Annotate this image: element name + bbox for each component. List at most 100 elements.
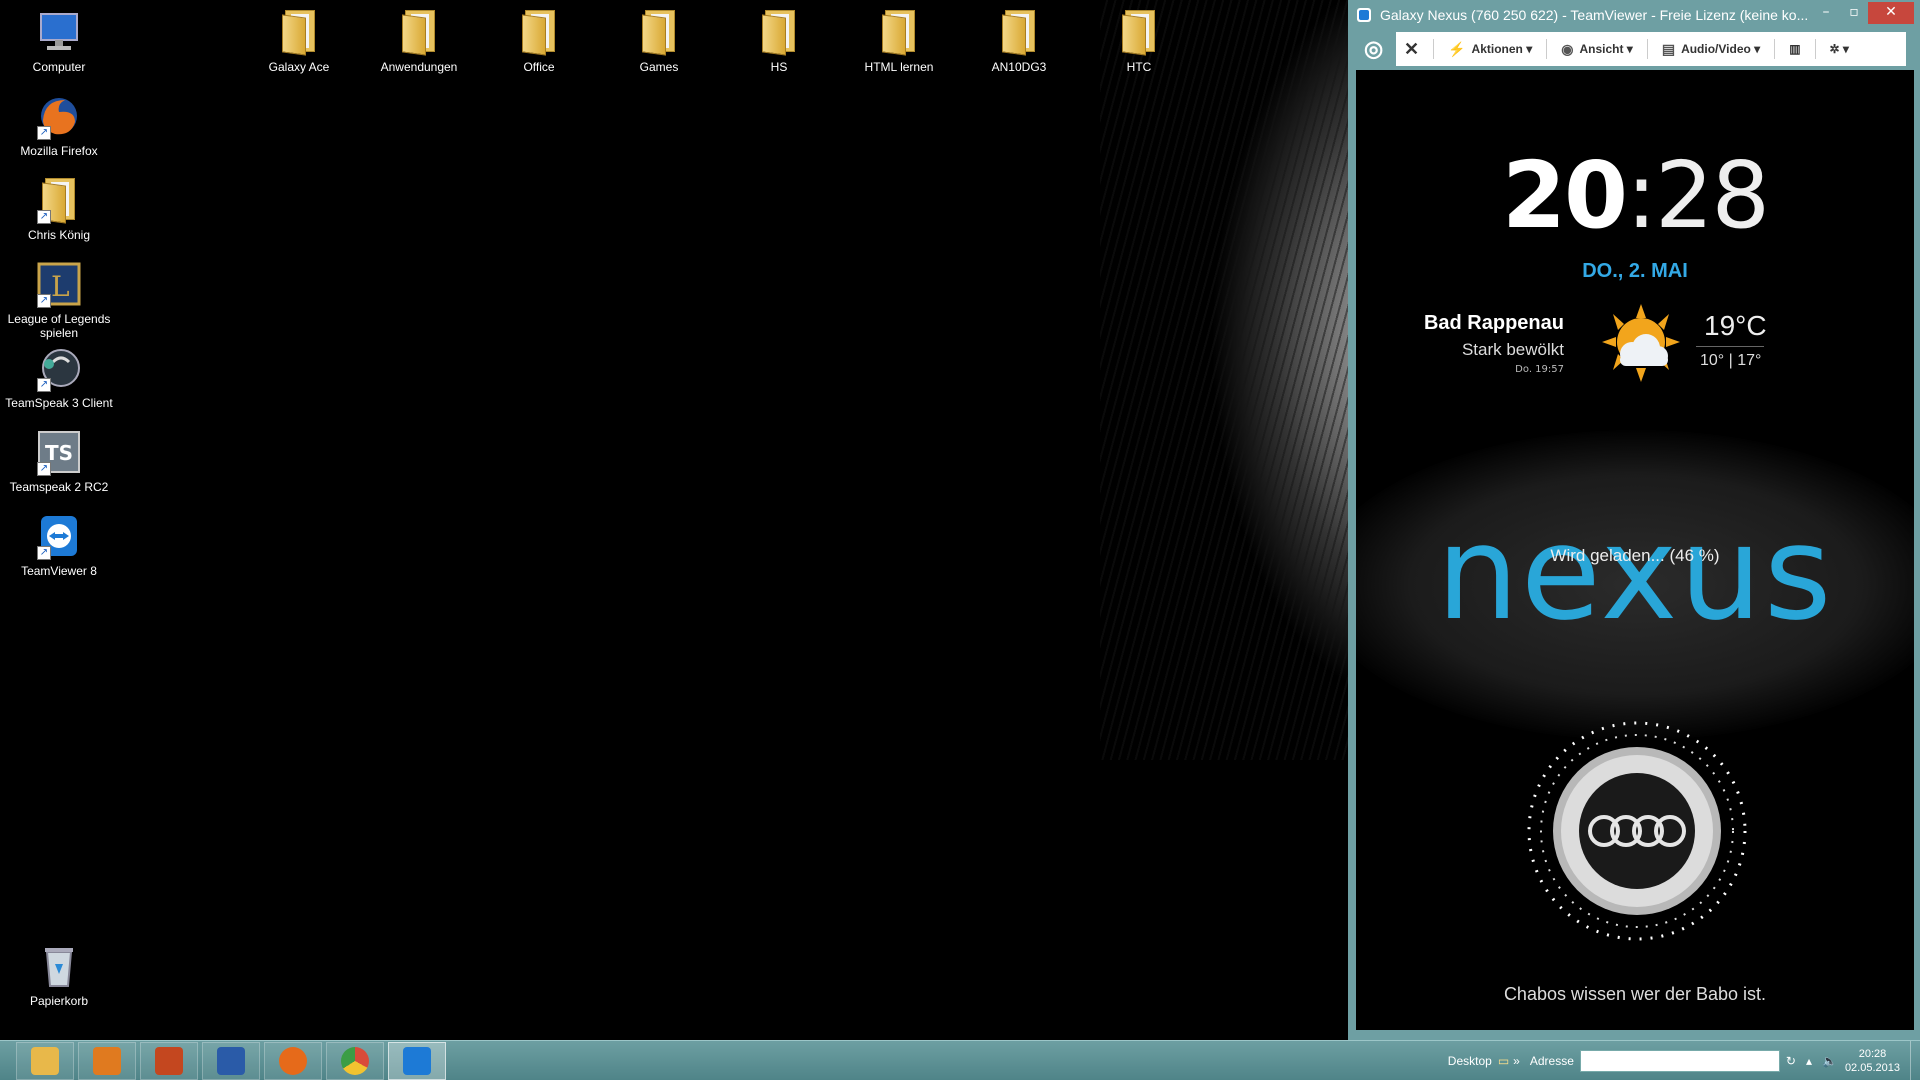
lightning-icon: ⚡ — [1448, 40, 1466, 57]
actions-menu[interactable]: ⚡ Aktionen ▾ — [1440, 32, 1540, 66]
weather-city: Bad Rappenau — [1423, 312, 1564, 334]
wallpaper-hair-strands — [1100, 0, 1360, 760]
window-title: Galaxy Nexus (760 250 622) - TeamViewer … — [1380, 7, 1809, 23]
chrome-icon — [341, 1046, 369, 1075]
weather-low-high: 10° | 17° — [1700, 352, 1762, 369]
taskbar-outlook[interactable] — [78, 1041, 136, 1080]
folder-label: AN10DG3 — [991, 60, 1047, 74]
taskbar-powerpoint[interactable] — [140, 1041, 198, 1080]
taskbar: Desktop ▭ » Adresse ↻ ▴ 🔈 20:28 02.05.20… — [0, 1040, 1920, 1080]
weather-divider — [1696, 346, 1764, 347]
system-clock[interactable]: 20:28 02.05.2013 — [1845, 1047, 1900, 1075]
shortcut-arrow-icon: ↗ — [37, 378, 51, 392]
folder-icon — [995, 8, 1043, 56]
clock-time: 20:28 — [1858, 1048, 1887, 1060]
teamviewer-window[interactable]: Galaxy Nexus (760 250 622) - TeamViewer … — [1348, 0, 1920, 1040]
desktop-folder-anwendungen[interactable]: Anwendungen — [364, 8, 474, 74]
window-controls: – ▫ ✕ — [1812, 2, 1914, 24]
nexus-wordmark: nexus — [1436, 497, 1834, 649]
view-label: Ansicht — [1579, 42, 1624, 56]
desktop-folder-icon[interactable]: ▭ — [1498, 1054, 1509, 1068]
folder-label: Games — [639, 60, 679, 74]
desktop-folder-an10dg3[interactable]: AN10DG3 — [964, 8, 1074, 74]
shortcut-arrow-icon: ↗ — [37, 546, 51, 560]
tray-expand-icon[interactable]: ▴ — [1806, 1054, 1812, 1068]
taskbar-firefox[interactable] — [264, 1041, 322, 1080]
folder-label: Anwendungen — [380, 60, 458, 74]
desktop-folder-html-lernen[interactable]: HTML lernen — [844, 8, 954, 74]
desktop-folder-office[interactable]: Office — [484, 8, 594, 74]
desktop-folder-hs[interactable]: HS — [724, 8, 834, 74]
unlock-ring-icon[interactable] — [1522, 716, 1752, 946]
gear-icon: ✲ ▾ — [1829, 42, 1849, 56]
teamviewer-icon — [1357, 8, 1371, 22]
desktop-folder-games[interactable]: Games — [604, 8, 714, 74]
recycle-bin-icon — [35, 942, 83, 990]
user-folder-icon: ↗ — [35, 176, 83, 224]
desktop-icon-label: TeamViewer 8 — [21, 564, 97, 578]
remote-phone-screen[interactable]: 20:28 DO., 2. MAI Bad Rappenau Stark bew… — [1356, 70, 1914, 1030]
toolbar-divider — [1433, 39, 1435, 59]
folder-icon — [395, 8, 443, 56]
clock-date: 02.05.2013 — [1844, 1062, 1900, 1074]
document-icon: ▥ — [1789, 42, 1801, 56]
phone-date: DO., 2. MAI — [1582, 260, 1688, 282]
desktop-icon-label: Chris König — [27, 228, 91, 242]
address-label: Adresse — [1529, 1054, 1574, 1068]
chevron-down-icon: ▾ — [1750, 42, 1761, 56]
teamspeak2-icon: TS ↗ — [35, 428, 83, 476]
maximize-button[interactable]: ▫ — [1840, 2, 1868, 24]
taskbar-chrome[interactable] — [326, 1041, 384, 1080]
teamviewer-icon — [403, 1046, 431, 1075]
taskbar-tray: Desktop ▭ » Adresse ↻ ▴ 🔈 20:28 02.05.20… — [1448, 1041, 1920, 1080]
refresh-icon[interactable]: ↻ — [1786, 1054, 1796, 1068]
desktop-folder-htc[interactable]: HTC — [1084, 8, 1194, 74]
show-desktop-button[interactable] — [1910, 1041, 1920, 1080]
desktop-icon-league-of-legends[interactable]: L ↗ League of Legends spielen — [4, 260, 114, 340]
clock-separator: : — [1625, 142, 1657, 249]
firefox-icon — [279, 1046, 307, 1075]
desktop-icon-user-folder[interactable]: ↗ Chris König — [4, 176, 114, 242]
close-session-button[interactable]: ✕ — [1396, 32, 1427, 66]
extras-menu[interactable]: ✲ ▾ — [1822, 32, 1857, 66]
folder-label: HS — [770, 60, 788, 74]
taskbar-explorer[interactable] — [16, 1041, 74, 1080]
lockscreen-owner-text: Chabos wissen wer der Babo ist. — [1503, 984, 1767, 1004]
desktop-icon-teamviewer[interactable]: ↗ TeamViewer 8 — [4, 512, 114, 578]
desktop-toolbar-label[interactable]: Desktop — [1448, 1054, 1492, 1068]
weather-condition: Stark bewölkt — [1461, 340, 1564, 359]
folder-label: Galaxy Ace — [268, 60, 330, 74]
desktop-icon-teamspeak2[interactable]: TS ↗ Teamspeak 2 RC2 — [4, 428, 114, 494]
eye-icon: ◉ — [1561, 40, 1574, 57]
desktop-folder-galaxy-ace[interactable]: Galaxy Ace — [244, 8, 354, 74]
address-input[interactable] — [1579, 1050, 1780, 1072]
teamspeak3-icon: ↗ — [35, 344, 83, 392]
files-button[interactable]: ▥ — [1781, 32, 1808, 66]
taskbar-teamviewer[interactable] — [388, 1041, 446, 1080]
view-menu[interactable]: ◉ Ansicht ▾ — [1553, 32, 1641, 66]
desktop-icon-label: TeamSpeak 3 Client — [5, 396, 113, 410]
desktop-icon-label: Mozilla Firefox — [20, 144, 98, 158]
desktop-icon-firefox[interactable]: ↗ Mozilla Firefox — [4, 92, 114, 158]
toolbar-divider — [1546, 39, 1548, 59]
remote-toolbar: ◎ ✕ ⚡ Aktionen ▾ ◉ Ansicht ▾ ▤ Audio/Video … — [1364, 32, 1906, 66]
folder-icon — [275, 8, 323, 56]
teamviewer-icon: ↗ — [35, 512, 83, 560]
toolbar-divider — [1814, 39, 1816, 59]
volume-icon[interactable]: 🔈 — [1822, 1054, 1837, 1068]
whatsapp-icon-button[interactable]: ◎ — [1356, 32, 1391, 66]
taskbar-word[interactable] — [202, 1041, 260, 1080]
toolbar-chevron-icon[interactable]: » — [1513, 1054, 1520, 1068]
weather-updated: Do. 19:57 — [1515, 364, 1564, 375]
svg-text:L: L — [51, 270, 70, 303]
computer-icon — [35, 8, 83, 56]
desktop-icon-teamspeak3[interactable]: ↗ TeamSpeak 3 Client — [4, 344, 114, 410]
close-button[interactable]: ✕ — [1868, 2, 1914, 24]
desktop-icon-recycle-bin[interactable]: Papierkorb — [4, 942, 114, 1008]
weather-temperature: 19°C — [1704, 310, 1767, 341]
shortcut-arrow-icon: ↗ — [37, 294, 51, 308]
audio-video-menu[interactable]: ▤ Audio/Video ▾ — [1654, 32, 1768, 66]
minimize-button[interactable]: – — [1812, 2, 1840, 24]
desktop-icon-computer[interactable]: Computer — [4, 8, 114, 74]
desktop-icon-label: Teamspeak 2 RC2 — [9, 480, 109, 494]
